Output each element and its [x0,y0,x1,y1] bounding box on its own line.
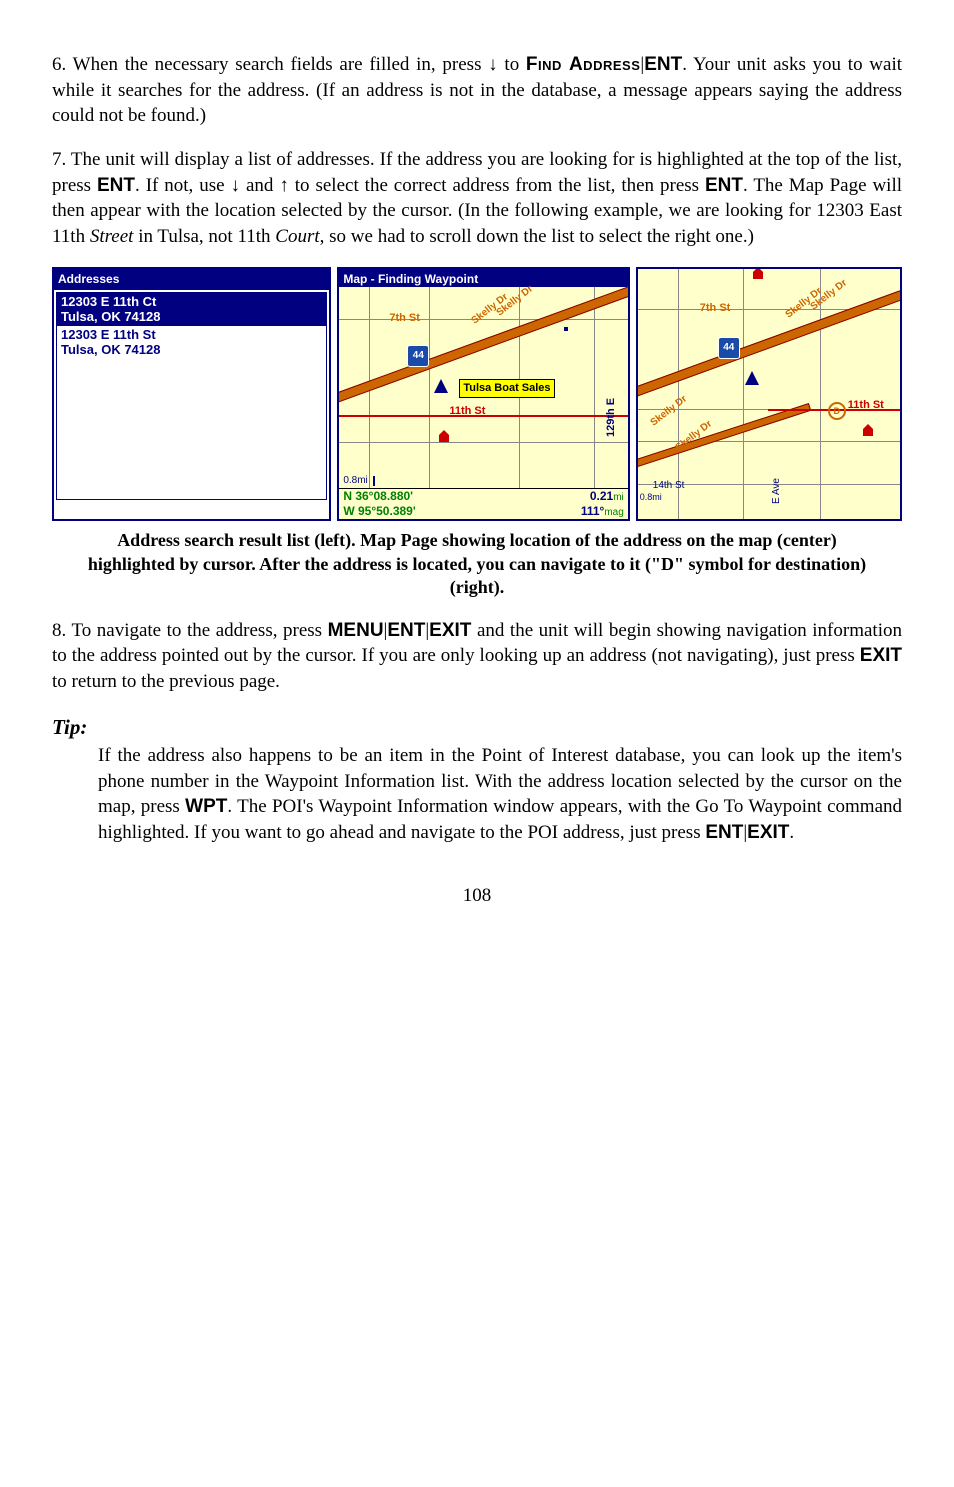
addr-unsel-l2: Tulsa, OK 74128 [61,342,322,358]
step-6-paragraph: 6. When the necessary search fields are … [52,52,902,129]
exit-key: EXIT [860,645,902,666]
address-item: 12303 E 11th St Tulsa, OK 74128 [57,326,326,359]
highway-shield: 44 [407,345,429,367]
tip-p3: . [789,822,794,843]
street-italic: Street [90,226,134,247]
step-7-paragraph: 7. The unit will display a list of addre… [52,147,902,250]
bearing-unit: mag [604,507,623,518]
street-7th: 7th St [700,301,731,316]
highway-shield: 44 [718,337,740,359]
page-number: 108 [52,883,902,909]
e-ave: E Ave [770,479,784,505]
addresses-panel: Addresses 12303 E 11th Ct Tulsa, OK 7412… [52,267,331,521]
dist-val: 0.21 [590,489,613,503]
address-item-selected: 12303 E 11th Ct Tulsa, OK 74128 [57,293,326,326]
dist-unit: mi [613,492,624,503]
street-11th: 11th St [449,404,485,419]
coord-band: N 36°08.880' W 95°50.389' 0.21mi 111°mag [339,488,627,519]
street-7th: 7th St [389,311,420,326]
ent-key: ENT [387,620,425,641]
cursor-icon [434,379,448,393]
house-icon [753,272,763,279]
step6-prefix: 6. When the necessary search fields are … [52,54,526,75]
map-scale: 0.8mi [343,474,367,488]
addr-sel-l1: 12303 E 11th Ct [61,294,322,310]
map-destination-panel: 7th St Skelly Dr Skelly Dr Skelly Dr Ske… [636,267,902,521]
dist-bearing: 0.21mi 111°mag [577,489,628,519]
house-icon [863,429,873,436]
ent-key: ENT [705,822,743,843]
step8-p3: to return to the previous page. [52,671,280,692]
addr-unsel-l1: 12303 E 11th St [61,327,322,343]
menu-key: MENU [328,620,384,641]
map-finding-waypoint-panel: Map - Finding Waypoint 7th St Skelly Dr … [337,267,629,521]
map-scale: 0.8mi [640,491,662,503]
house-icon [439,435,449,442]
exit-key: EXIT [747,822,789,843]
tip-paragraph: If the address also happens to be an ite… [98,743,902,846]
wpt-key: WPT [185,796,227,817]
tip-heading: Tip: [52,713,902,741]
exit-key: EXIT [429,620,471,641]
step7-p2: . If not, use ↓ and ↑ to select the corr… [135,175,705,196]
ent-key: ENT [705,175,743,196]
step8-p1: 8. To navigate to the address, press [52,620,328,641]
cursor-icon [745,371,759,385]
court-italic: Court [275,226,319,247]
find-address-label: Find Address [526,54,640,75]
poi-tulsa-boat-sales: Tulsa Boat Sales [459,379,554,398]
ent-key: ENT [97,175,135,196]
step7-p5: , so we had to scroll down the list to s… [320,226,754,247]
ent-key: ENT [644,54,682,75]
coord-readout: N 36°08.880' W 95°50.389' [339,489,419,519]
figure-row: Addresses 12303 E 11th Ct Tulsa, OK 7412… [52,267,902,521]
step-8-paragraph: 8. To navigate to the address, press MEN… [52,618,902,695]
street-11th-dest: 11th St [848,398,884,413]
map-dot-icon [564,327,568,331]
address-list: 12303 E 11th Ct Tulsa, OK 74128 12303 E … [56,292,327,500]
street-129th: 129th E [604,398,619,437]
coord-w: W 95°50.389' [343,504,415,518]
addr-sel-l2: Tulsa, OK 74128 [61,309,322,325]
skelly-dr: Skelly Dr [648,393,690,430]
addresses-title: Addresses [54,269,329,289]
coord-n: N 36°08.880' [343,489,415,503]
destination-icon: D [828,402,846,420]
figure-caption: Address search result list (left). Map P… [86,529,868,599]
bearing-val: 111° [581,504,605,518]
step7-p4: in Tulsa, not 11th [133,226,275,247]
